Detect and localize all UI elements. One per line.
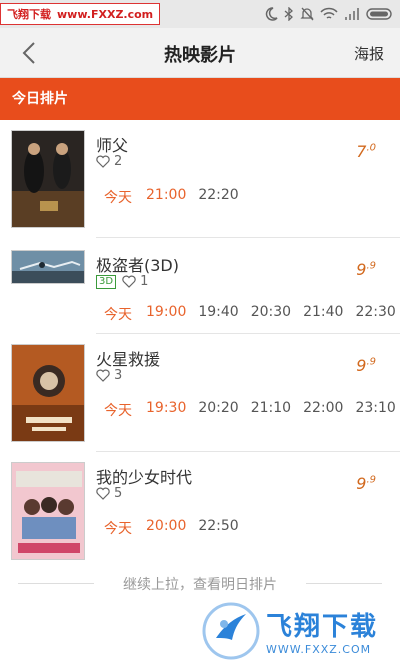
showtime[interactable]: 22:30 xyxy=(355,304,395,324)
showtime-day: 今天 xyxy=(104,190,132,206)
showtime[interactable]: 22:00 xyxy=(303,400,343,420)
poster-button[interactable]: 海报 xyxy=(354,43,384,64)
movie-poster xyxy=(11,250,85,284)
showtimes: 今天 21:00 22:20 xyxy=(104,187,251,207)
heart-icon[interactable] xyxy=(122,275,136,288)
showtime-day: 今天 xyxy=(104,521,132,537)
movie-score: 9.9 xyxy=(356,260,376,279)
movie-item[interactable]: 极盗者(3D) 3D 1 9.9 今天 19:00 19:40 20:30 21… xyxy=(0,238,400,334)
mute-bell-icon xyxy=(300,7,314,21)
likes-count: 2 xyxy=(114,154,123,169)
showtime[interactable]: 21:10 xyxy=(251,400,291,420)
movie-likes: 2 xyxy=(96,154,122,169)
likes-count: 5 xyxy=(114,486,123,501)
movie-item[interactable]: 我的少女时代 5 9.9 今天 20:00 22:50 xyxy=(0,452,400,568)
showtime[interactable]: 22:50 xyxy=(198,518,238,538)
movie-poster xyxy=(11,344,85,442)
movie-poster xyxy=(11,462,85,560)
showtimes: 今天 19:00 19:40 20:30 21:40 22:30 xyxy=(104,304,400,324)
page-title: 热映影片 xyxy=(164,45,236,66)
status-icons xyxy=(264,4,394,24)
movie-title: 火星救援 xyxy=(96,350,161,369)
showtime[interactable]: 19:40 xyxy=(198,304,238,324)
watermark-brand-url: WWW.FXXZ.COM xyxy=(266,643,372,656)
showtime[interactable]: 20:00 xyxy=(146,518,186,538)
movie-score: 9.9 xyxy=(356,474,376,493)
movie-item[interactable]: 火星救援 3 9.9 今天 19:30 20:20 21:10 22:00 23… xyxy=(0,334,400,452)
likes-count: 1 xyxy=(140,274,149,289)
battery-icon xyxy=(366,8,392,20)
brand-logo-icon xyxy=(202,602,260,660)
showtime-day: 今天 xyxy=(104,403,132,419)
movie-title: 极盗者(3D) xyxy=(96,256,179,275)
movie-likes: 5 xyxy=(96,486,122,501)
pull-up-hint: 继续上拉，查看明日排片 xyxy=(123,577,277,593)
wifi-icon xyxy=(320,7,338,19)
status-bar: 飞翔下载 www.FXXZ.com xyxy=(0,0,400,28)
movie-title: 师父 xyxy=(96,136,129,155)
watermark-site-url: www.FXXZ.com xyxy=(57,7,154,21)
signal-icon xyxy=(345,8,359,20)
heart-icon[interactable] xyxy=(96,155,110,168)
showtime[interactable]: 20:30 xyxy=(251,304,291,324)
showtime[interactable]: 22:20 xyxy=(198,187,238,207)
watermark-site-name: 飞翔下载 xyxy=(7,8,51,21)
watermark-brand-name: 飞翔下载 xyxy=(266,612,379,642)
showtimes: 今天 20:00 22:50 xyxy=(104,518,251,538)
heart-icon[interactable] xyxy=(96,487,110,500)
section-header-today: 今日排片 xyxy=(0,78,400,120)
showtime[interactable]: 19:00 xyxy=(146,304,186,324)
movie-likes: 3D 1 xyxy=(96,274,148,289)
movie-item[interactable]: 师父 2 7.0 今天 21:00 22:20 xyxy=(0,120,400,238)
showtime[interactable]: 19:30 xyxy=(146,400,186,420)
showtime[interactable]: 23:10 xyxy=(355,400,395,420)
movie-score: 9.9 xyxy=(356,356,376,375)
showtime-day: 今天 xyxy=(104,307,132,323)
movie-title: 我的少女时代 xyxy=(96,468,193,487)
moon-icon xyxy=(265,7,278,21)
watermark-top: 飞翔下载 www.FXXZ.com xyxy=(0,3,161,25)
showtime[interactable]: 20:20 xyxy=(198,400,238,420)
showtime[interactable]: 21:40 xyxy=(303,304,343,324)
likes-count: 3 xyxy=(114,368,123,383)
showtimes: 今天 19:30 20:20 21:10 22:00 23:10 xyxy=(104,400,400,420)
showtime[interactable]: 21:00 xyxy=(146,187,186,207)
badge-3d: 3D xyxy=(96,274,117,289)
movie-likes: 3 xyxy=(96,368,122,383)
heart-icon[interactable] xyxy=(96,369,110,382)
bluetooth-icon xyxy=(284,7,293,21)
watermark-bottom: 飞翔下载 WWW.FXXZ.COM xyxy=(202,598,392,664)
movie-score: 7.0 xyxy=(356,142,376,161)
movie-poster xyxy=(11,130,85,228)
watermark-brand: 飞翔下载 WWW.FXXZ.COM xyxy=(266,606,378,656)
nav-bar: 热映影片 海报 xyxy=(0,28,400,78)
